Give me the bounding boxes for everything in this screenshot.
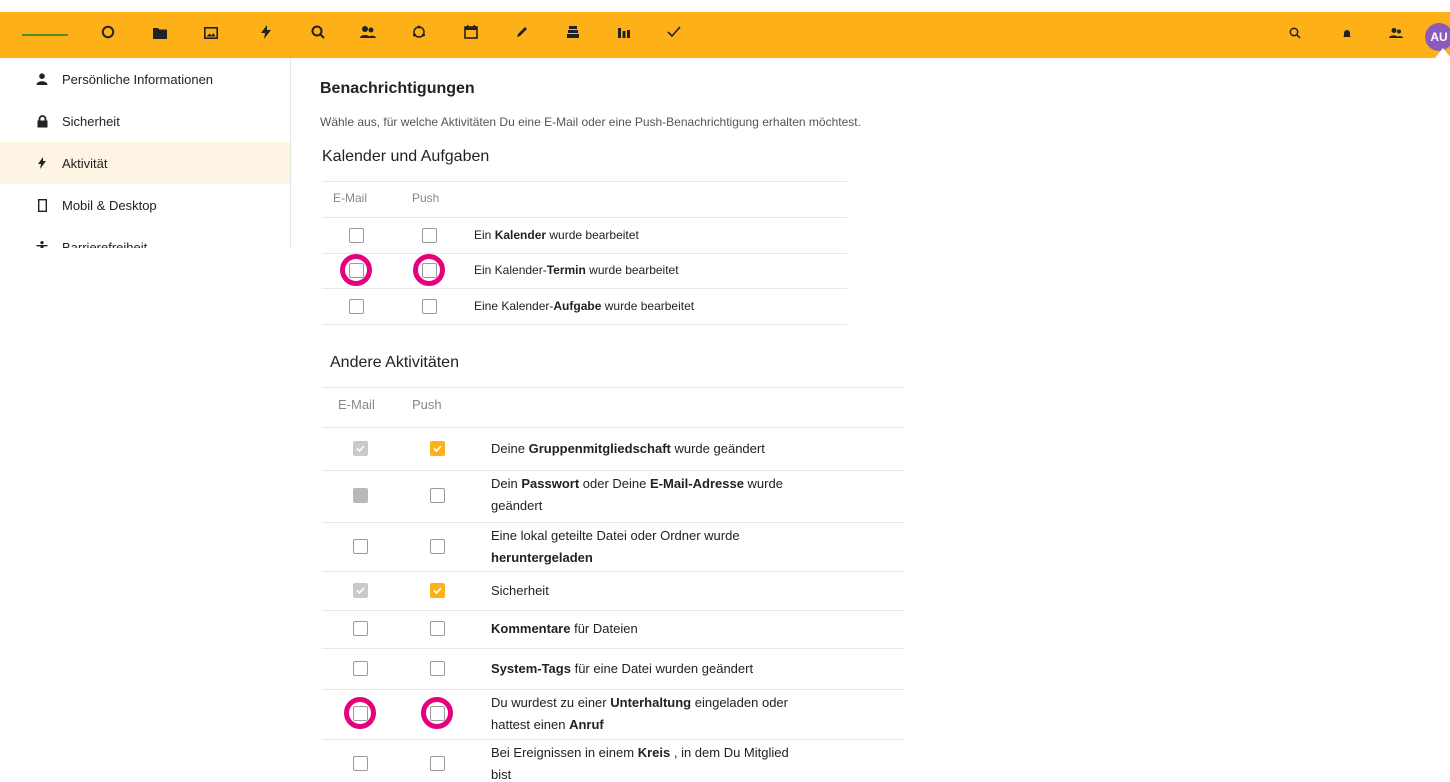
notification-label: Kommentare für Dateien xyxy=(491,621,638,636)
checkbox[interactable] xyxy=(353,441,368,456)
lock-icon xyxy=(34,114,50,128)
checkbox[interactable] xyxy=(422,228,437,243)
sidebar-item-label: Aktivität xyxy=(62,155,108,171)
divider xyxy=(322,181,847,182)
sidebar-item-label: Persönliche Informationen xyxy=(62,71,214,87)
highlight-ring xyxy=(344,697,376,729)
notification-label: Du wurdest zu einer Unterhaltung eingela… xyxy=(491,695,788,732)
notification-label: Deine Gruppenmitgliedschaft wurde geände… xyxy=(491,441,765,456)
notification-label: Bei Ereignissen in einem Kreis , in dem … xyxy=(491,745,789,782)
checkbox[interactable] xyxy=(422,299,437,314)
column-header-push: Push xyxy=(412,191,440,205)
sidebar-item-label: Sicherheit xyxy=(62,113,120,129)
phone-icon xyxy=(34,198,50,212)
dashboard-icon[interactable] xyxy=(96,23,120,47)
checkbox[interactable] xyxy=(430,756,445,771)
person-icon xyxy=(34,73,50,85)
checkbox[interactable] xyxy=(430,583,445,598)
sidebar-item-personal-info[interactable]: Persönliche Informationen xyxy=(0,58,290,100)
app-header: AU xyxy=(0,12,1450,58)
divider xyxy=(322,470,904,471)
settings-sidebar: Persönliche Informationen Sicherheit Akt… xyxy=(0,58,291,248)
checkbox[interactable] xyxy=(430,488,445,503)
divider xyxy=(322,571,904,572)
notification-label: Eine lokal geteilte Datei oder Ordner wu… xyxy=(491,528,740,565)
search-icon[interactable] xyxy=(1283,23,1307,47)
notification-label: Eine Kalender-Aufgabe wurde bearbeitet xyxy=(474,299,695,313)
sidebar-item-accessibility[interactable]: Barrierefreiheit xyxy=(0,226,290,248)
notification-label: System-Tags für eine Datei wurden geände… xyxy=(491,661,754,676)
avatar[interactable]: AU xyxy=(1425,23,1450,51)
sidebar-item-label: Barrierefreiheit xyxy=(62,239,148,249)
divider xyxy=(322,253,847,254)
tasks-icon[interactable] xyxy=(662,23,686,47)
activity-icon xyxy=(34,157,50,169)
checkbox[interactable] xyxy=(353,583,368,598)
column-header-email: E-Mail xyxy=(338,397,375,412)
calendar-icon[interactable] xyxy=(459,23,483,47)
sidebar-item-mobile-desktop[interactable]: Mobil & Desktop xyxy=(0,184,290,226)
accessibility-icon xyxy=(34,240,50,248)
sidebar-item-activity[interactable]: Aktivität xyxy=(0,142,290,184)
circles-icon[interactable] xyxy=(407,23,431,47)
notes-icon[interactable] xyxy=(510,23,534,47)
analytics-icon[interactable] xyxy=(612,23,636,47)
divider xyxy=(322,387,904,388)
checkbox[interactable] xyxy=(349,299,364,314)
checkbox[interactable] xyxy=(353,488,368,503)
checkbox[interactable] xyxy=(430,441,445,456)
sidebar-item-security[interactable]: Sicherheit xyxy=(0,100,290,142)
activity-icon[interactable] xyxy=(254,23,278,47)
divider xyxy=(322,217,847,218)
checkbox[interactable] xyxy=(353,756,368,771)
notifications-icon[interactable] xyxy=(1335,23,1359,47)
divider xyxy=(322,288,847,289)
checkbox[interactable] xyxy=(430,661,445,676)
photos-icon[interactable] xyxy=(199,23,223,47)
checkbox[interactable] xyxy=(349,228,364,243)
notification-label: Ein Kalender wurde bearbeitet xyxy=(474,228,639,242)
notification-label: Sicherheit xyxy=(491,583,549,598)
other-section-title: Andere Aktivitäten xyxy=(330,354,459,371)
divider xyxy=(322,739,904,740)
divider xyxy=(322,648,904,649)
sidebar-item-label: Mobil & Desktop xyxy=(62,197,157,213)
divider xyxy=(322,522,904,523)
menu-pointer xyxy=(1435,48,1450,58)
divider xyxy=(322,689,904,690)
page-title: Benachrichtigungen xyxy=(320,80,475,97)
highlight-ring xyxy=(421,697,453,729)
logo[interactable] xyxy=(22,34,68,36)
divider xyxy=(322,324,847,325)
column-header-push: Push xyxy=(412,397,442,412)
checkbox[interactable] xyxy=(353,539,368,554)
divider xyxy=(322,610,904,611)
calendar-section-title: Kalender und Aufgaben xyxy=(322,148,490,165)
checkbox[interactable] xyxy=(430,621,445,636)
highlight-ring xyxy=(340,254,372,286)
contacts-icon[interactable] xyxy=(356,23,380,47)
checkbox[interactable] xyxy=(353,621,368,636)
notification-label: Ein Kalender-Termin wurde bearbeitet xyxy=(474,263,679,277)
highlight-ring xyxy=(413,254,445,286)
notification-label: Dein Passwort oder Deine E-Mail-Adresse … xyxy=(491,476,783,513)
checkbox[interactable] xyxy=(430,539,445,554)
divider xyxy=(322,427,904,428)
files-icon[interactable] xyxy=(148,23,172,47)
contacts-menu-icon[interactable] xyxy=(1384,23,1408,47)
checkbox[interactable] xyxy=(353,661,368,676)
column-header-email: E-Mail xyxy=(333,191,368,205)
deck-icon[interactable] xyxy=(561,23,585,47)
page-description: Wähle aus, für welche Aktivitäten Du ein… xyxy=(320,115,861,129)
search-app-icon[interactable] xyxy=(306,23,330,47)
